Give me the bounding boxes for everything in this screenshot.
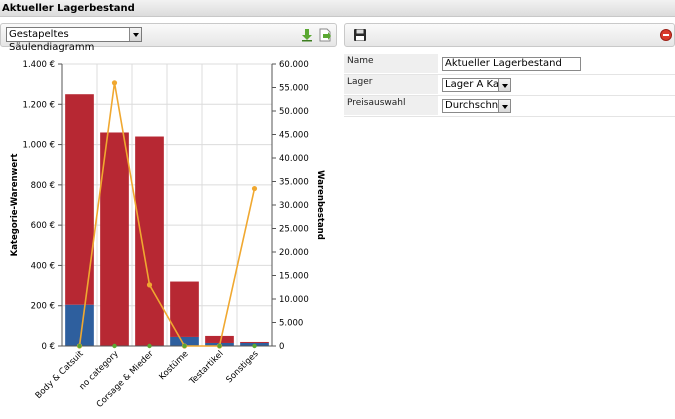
x-tick-label: Testartikel bbox=[187, 349, 225, 387]
bar-segment bbox=[65, 304, 94, 346]
bar-segment bbox=[100, 132, 129, 346]
y2-tick-label: 50.000 bbox=[279, 107, 309, 117]
y2-tick-label: 5.000 bbox=[279, 319, 303, 329]
x-tick-label: Kostüme bbox=[157, 349, 190, 382]
chart-type-value: Gestapeltes Säulendiagramm bbox=[9, 29, 95, 53]
y2-tick-label: 30.000 bbox=[279, 201, 309, 211]
y2-tick-label: 25.000 bbox=[279, 225, 309, 235]
property-label-preisauswahl: Preisauswahl bbox=[344, 96, 438, 115]
y2-axis-title: Warenbestand bbox=[315, 170, 325, 240]
y-tick-label: 0 € bbox=[41, 342, 55, 352]
y2-tick-label: 40.000 bbox=[279, 154, 309, 164]
chevron-down-icon[interactable] bbox=[498, 100, 510, 112]
bar-segment bbox=[205, 335, 234, 343]
window-title: Aktueller Lagerbestand bbox=[0, 0, 675, 17]
y2-tick-label: 45.000 bbox=[279, 131, 309, 141]
red-delete-circle-icon[interactable] bbox=[659, 28, 673, 42]
baseline-marker bbox=[147, 343, 152, 349]
bar-segment bbox=[135, 136, 164, 346]
chart-type-select[interactable]: Gestapeltes Säulendiagramm bbox=[6, 27, 142, 53]
baseline-marker bbox=[77, 343, 82, 349]
download-arrow-icon[interactable] bbox=[300, 28, 314, 42]
baseline-marker bbox=[252, 343, 257, 349]
chevron-down-icon[interactable] bbox=[498, 79, 510, 91]
chart-area: 0 € 200 € 400 € 600 € 800 € 1.000 € 1.200 € 1.4… bbox=[0, 52, 340, 416]
x-tick-label: Sonstiges bbox=[224, 349, 261, 386]
floppy-disk-icon[interactable] bbox=[353, 28, 367, 42]
y-tick-label: 600 € bbox=[31, 221, 55, 231]
chart-toolbar: Gestapeltes Säulendiagramm bbox=[0, 23, 337, 53]
y2-tick-label: 55.000 bbox=[279, 84, 309, 94]
x-tick-label: Body & Catsuit bbox=[34, 349, 86, 401]
property-label-lager: Lager bbox=[344, 75, 438, 94]
y-axis-title: Kategorie-Warenwert bbox=[10, 154, 20, 257]
y2-tick-label: 15.000 bbox=[279, 272, 309, 282]
property-row-name: Name Aktueller Lagerbestand bbox=[344, 54, 675, 75]
preisauswahl-select[interactable]: Durchschnittl bbox=[442, 99, 511, 113]
stacked-column-chart: 0 € 200 € 400 € 600 € 800 € 1.000 € 1.200 € 1.4… bbox=[10, 60, 325, 410]
y2-tick-label: 10.000 bbox=[279, 295, 309, 305]
export-document-icon[interactable] bbox=[318, 28, 332, 42]
y2-tick-label: 60.000 bbox=[279, 60, 309, 70]
baseline-marker bbox=[217, 343, 222, 349]
bar-segment bbox=[240, 341, 269, 343]
property-row-lager: Lager Lager A Kass bbox=[344, 75, 675, 96]
lager-select[interactable]: Lager A Kass bbox=[442, 78, 511, 92]
y-tick-label: 1.000 € bbox=[23, 141, 55, 151]
y2-tick-label: 0 bbox=[279, 342, 284, 352]
properties-panel: Name Aktueller Lagerbestand Lager Lager … bbox=[344, 54, 675, 117]
y-tick-label: 1.400 € bbox=[23, 60, 55, 70]
property-row-preisauswahl: Preisauswahl Durchschnittl bbox=[344, 96, 675, 117]
baseline-marker bbox=[112, 343, 117, 349]
y-tick-label: 800 € bbox=[31, 181, 55, 191]
y-tick-label: 400 € bbox=[31, 261, 55, 271]
property-label-name: Name bbox=[344, 54, 438, 73]
properties-toolbar bbox=[344, 23, 675, 47]
line-point bbox=[251, 185, 258, 192]
chevron-down-icon[interactable] bbox=[129, 28, 141, 41]
line-point bbox=[146, 282, 153, 288]
y2-tick-label: 35.000 bbox=[279, 178, 309, 188]
name-field[interactable]: Aktueller Lagerbestand bbox=[442, 57, 581, 71]
y2-tick-label: 20.000 bbox=[279, 248, 309, 258]
baseline-marker bbox=[182, 343, 187, 349]
y-tick-label: 1.200 € bbox=[23, 100, 55, 110]
line-point bbox=[111, 80, 118, 86]
y-tick-label: 200 € bbox=[31, 302, 55, 312]
